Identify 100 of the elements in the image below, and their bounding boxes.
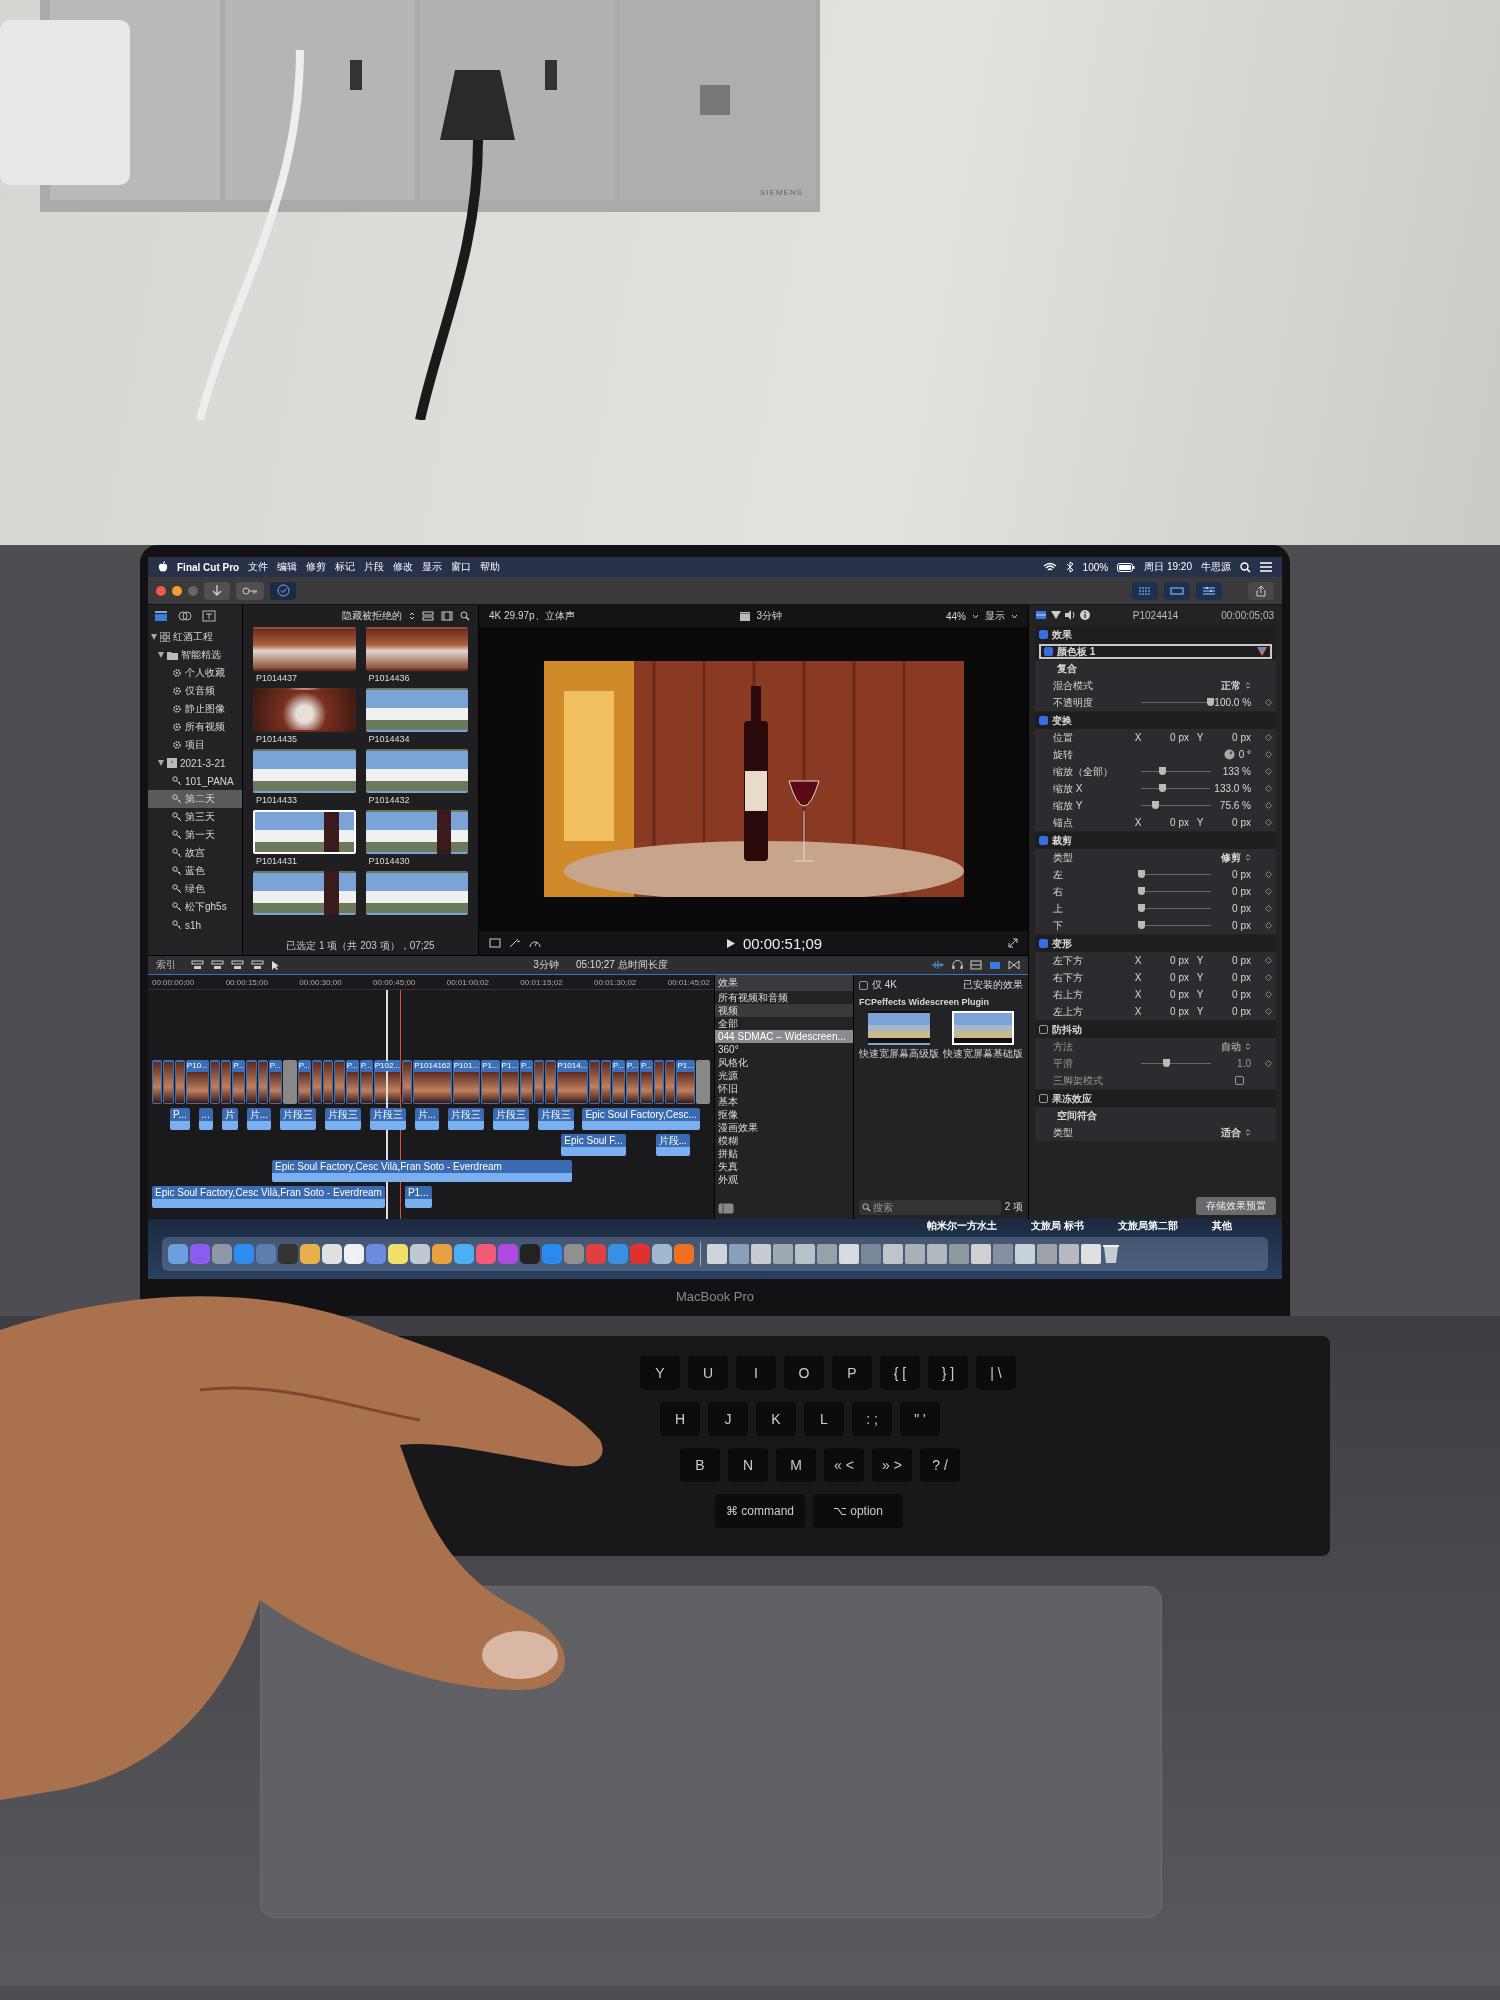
keyboard-key[interactable]: M xyxy=(776,1448,816,1482)
sidebar-item[interactable]: 所有视频 xyxy=(148,718,242,736)
keyboard-key[interactable]: « < xyxy=(824,1448,864,1482)
search-icon[interactable] xyxy=(460,611,470,621)
bowtie-icon[interactable] xyxy=(1008,960,1020,970)
title-icon[interactable] xyxy=(202,610,216,622)
play-icon[interactable] xyxy=(726,938,735,948)
checkbox[interactable] xyxy=(1044,647,1053,656)
user-name[interactable]: 牛思源 xyxy=(1201,560,1231,574)
disclosure-triangle-icon[interactable] xyxy=(158,760,164,766)
edit-clip-icon[interactable] xyxy=(251,960,264,970)
video-clip[interactable] xyxy=(653,1060,665,1104)
sidebar-item[interactable]: s1h xyxy=(148,916,242,934)
slider-thumb[interactable] xyxy=(1152,801,1159,809)
desktop-folder-label[interactable]: 文旅局第二部 xyxy=(1118,1219,1178,1233)
keyboard-key[interactable]: K xyxy=(756,1402,796,1436)
parameter-value[interactable]: 0 px xyxy=(1149,817,1189,828)
keyboard-key[interactable]: O xyxy=(784,1356,824,1390)
checkbox[interactable] xyxy=(1039,716,1048,725)
keyframe-diamond-icon[interactable] xyxy=(1265,802,1272,809)
app-icon[interactable] xyxy=(454,1244,474,1264)
search-icon[interactable] xyxy=(1240,561,1251,573)
menu-item[interactable]: 修剪 xyxy=(306,560,327,574)
video-clip[interactable] xyxy=(323,1060,334,1104)
sidebar-item[interactable]: 故宫 xyxy=(148,844,242,862)
video-clip[interactable]: P... xyxy=(639,1060,653,1104)
effects-browser-icon[interactable] xyxy=(989,960,1001,970)
disclosure-triangle-icon[interactable] xyxy=(151,634,157,640)
keyboard-key[interactable]: | \ xyxy=(976,1356,1016,1390)
parameter-value[interactable]: 0 px xyxy=(1215,920,1251,931)
keyboard-key[interactable]: " ' xyxy=(900,1402,940,1436)
gap-clip[interactable] xyxy=(695,1060,710,1104)
battery-icon[interactable] xyxy=(1117,562,1136,572)
video-clip[interactable]: P101... xyxy=(452,1060,481,1104)
parameter-value[interactable]: 0 px xyxy=(1149,972,1189,983)
video-clip[interactable] xyxy=(174,1060,185,1104)
keyboard-key[interactable]: H xyxy=(660,1402,700,1436)
audio-clip[interactable]: P1... xyxy=(404,1186,432,1208)
video-clip[interactable] xyxy=(246,1060,257,1104)
search-field[interactable]: 搜索 xyxy=(859,1199,1001,1215)
checkbox[interactable] xyxy=(1039,630,1048,639)
desktop-folder-label[interactable]: 文旅局 标书 xyxy=(1031,1219,1084,1233)
desktop-folder-label[interactable]: 其他 xyxy=(1212,1219,1232,1233)
sidebar-item[interactable]: 绿色 xyxy=(148,880,242,898)
video-clip[interactable]: P102... xyxy=(373,1060,401,1104)
keyboard-key[interactable]: P xyxy=(832,1356,872,1390)
keyframe-diamond-icon[interactable] xyxy=(1265,974,1272,981)
parameter-value[interactable]: 0 px xyxy=(1215,903,1251,914)
effects-category[interactable]: 视频 xyxy=(715,1004,853,1017)
wifi-icon[interactable] xyxy=(1042,562,1057,572)
keyboard-key[interactable]: N xyxy=(728,1448,768,1482)
effect-row[interactable]: 颜色板 1 xyxy=(1039,644,1272,659)
video-clip[interactable] xyxy=(589,1060,600,1104)
trash-icon[interactable] xyxy=(1103,1244,1119,1264)
effects-category[interactable]: 360° xyxy=(715,1043,853,1056)
menu-item[interactable]: 修改 xyxy=(393,560,414,574)
parameter-value[interactable]: 0 px xyxy=(1211,1006,1251,1017)
keywords-button[interactable] xyxy=(236,581,264,600)
app-icon[interactable] xyxy=(432,1244,452,1264)
sidebar-item[interactable]: 第三天 xyxy=(148,808,242,826)
keyframe-diamond-icon[interactable] xyxy=(1265,1008,1272,1015)
keyboard-key[interactable]: U xyxy=(688,1356,728,1390)
keyboard-key[interactable]: ? / xyxy=(920,1448,960,1482)
menu-item[interactable]: 编辑 xyxy=(277,560,298,574)
parameter-value[interactable]: 0 px xyxy=(1149,955,1189,966)
effects-category[interactable]: 拼贴 xyxy=(715,1147,853,1160)
parameter-value[interactable]: 133 % xyxy=(1215,766,1251,777)
app-icon[interactable] xyxy=(168,1244,188,1264)
zoom-menu[interactable]: 44% xyxy=(946,610,966,622)
frame-icon[interactable] xyxy=(489,938,501,948)
import-button[interactable] xyxy=(204,581,230,600)
filmstrip-icon[interactable] xyxy=(1035,610,1047,620)
parameter-value[interactable]: 0 ° xyxy=(1238,749,1251,760)
sidebar-item[interactable]: 第二天 xyxy=(148,790,242,808)
keyframe-diamond-icon[interactable] xyxy=(1265,957,1272,964)
keyframe-diamond-icon[interactable] xyxy=(1265,905,1272,912)
checkbox[interactable] xyxy=(1039,1025,1048,1034)
parameter-value[interactable]: 0 px xyxy=(1211,972,1251,983)
view-menu[interactable]: 显示 xyxy=(985,609,1005,623)
waveform-icon[interactable] xyxy=(931,960,945,970)
effects-category[interactable]: 怀旧 xyxy=(715,1082,853,1095)
headphones-icon[interactable] xyxy=(952,960,963,970)
checkbox[interactable] xyxy=(1039,1094,1048,1103)
filter-popup[interactable]: 隐藏被拒绝的 xyxy=(342,609,402,623)
audio-clip[interactable]: 片段三 xyxy=(492,1108,529,1130)
checkbox[interactable] xyxy=(1039,939,1048,948)
desktop-folder-label[interactable]: 帕米尔一方水土 xyxy=(927,1219,998,1233)
keyboard-key[interactable]: } ] xyxy=(928,1356,968,1390)
parameter-value[interactable]: 100.0 % xyxy=(1214,697,1252,708)
inspector-toggle-button[interactable] xyxy=(1196,581,1222,600)
audio-clip[interactable]: 片段三 xyxy=(537,1108,574,1130)
video-clip[interactable] xyxy=(334,1060,345,1104)
app-icon[interactable] xyxy=(300,1244,320,1264)
video-clip[interactable]: P1014... xyxy=(556,1060,589,1104)
menu-item[interactable]: 片段 xyxy=(364,560,385,574)
parameter-popup[interactable]: 正常 xyxy=(1221,678,1241,693)
pointer-icon[interactable] xyxy=(271,959,280,971)
parameter-value[interactable]: 133.0 % xyxy=(1214,783,1252,794)
sidebar-item[interactable]: 蓝色 xyxy=(148,862,242,880)
parameter-value[interactable]: 0 px xyxy=(1211,817,1251,828)
